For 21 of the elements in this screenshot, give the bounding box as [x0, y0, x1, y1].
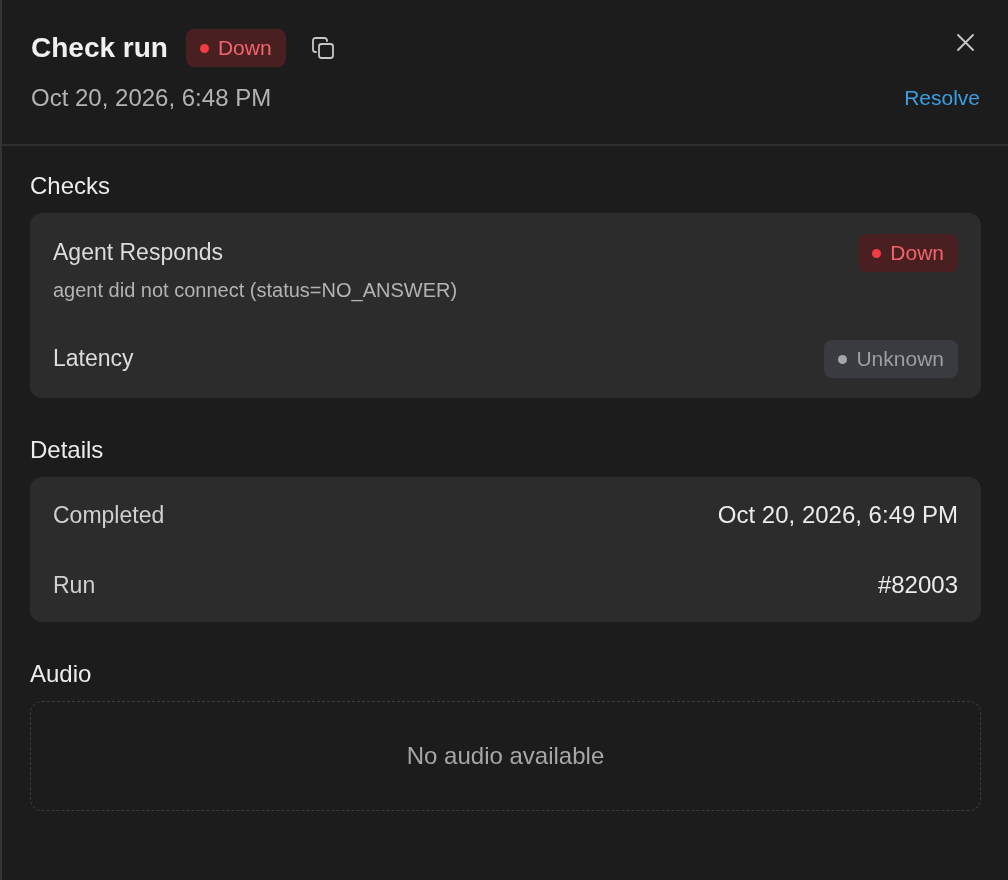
status-badge: Unknown — [824, 340, 958, 378]
detail-value: Oct 20, 2026, 6:49 PM — [717, 500, 958, 530]
copy-icon — [311, 37, 334, 59]
section-title: Audio — [30, 659, 93, 689]
close-button[interactable] — [957, 33, 974, 51]
check-message: agent did not connect (status=NO_ANSWER) — [53, 278, 458, 303]
close-icon — [957, 33, 974, 51]
status-badge: Down — [858, 234, 958, 272]
check-name: Latency — [53, 344, 134, 373]
detail-value: #82003 — [877, 570, 958, 600]
section-title: Details — [30, 435, 105, 465]
empty-message: No audio available — [406, 741, 605, 771]
status-badge: Down — [185, 29, 286, 67]
panel-title: Check run — [31, 31, 168, 65]
resolve-link[interactable]: Resolve — [904, 84, 980, 112]
check-name: Agent Responds — [53, 238, 225, 267]
section-title: Checks — [30, 171, 112, 201]
detail-label: Completed — [53, 501, 165, 530]
run-timestamp: Oct 20, 2026, 6:48 PM — [31, 83, 272, 113]
detail-label: Run — [53, 571, 96, 600]
copy-button[interactable] — [311, 37, 334, 59]
